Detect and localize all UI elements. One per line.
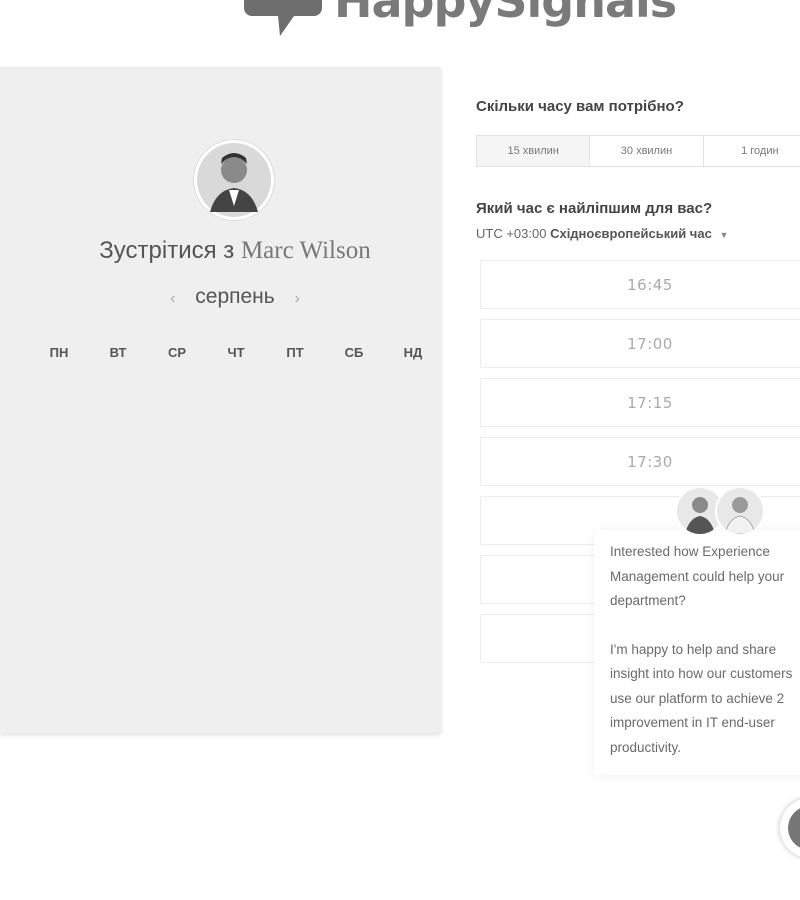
chat-launcher-icon[interactable] [780, 798, 800, 858]
time-question: Який час є найліпшим для вас? [476, 200, 713, 217]
host-avatar [194, 140, 274, 220]
logo-text: HappySignals [334, 0, 677, 28]
time-slot[interactable]: 17:30 [480, 437, 800, 486]
duration-question: Скільки часу вам потрібно? [476, 98, 684, 115]
chat-bubble-logo-icon [244, 0, 322, 36]
chat-paragraph-2: I'm happy to help and share insight into… [610, 641, 793, 755]
weekday-sat: СБ [344, 345, 364, 360]
weekday-mon: ПН [49, 345, 69, 360]
chat-agent-avatars [675, 486, 765, 536]
timezone-selector[interactable]: UTC +03:00 Східноєвропейський час ▼ [476, 226, 728, 241]
duration-option-60[interactable]: 1 годин [704, 136, 800, 166]
caret-down-icon: ▼ [719, 230, 729, 240]
chat-message: Interested how Experience Management cou… [610, 540, 800, 760]
weekday-sun: НД [403, 345, 423, 360]
meet-title-prefix: Зустрітися з [99, 237, 235, 264]
meet-title: Зустрітися з Marc Wilson [0, 237, 470, 265]
chat-launcher-inner [788, 806, 800, 850]
duration-option-15[interactable]: 15 хвилин [477, 136, 591, 166]
month-navigator: ‹ серпень › [0, 285, 470, 309]
weekday-header: ПН ВТ СР ЧТ ПТ СБ НД [30, 345, 442, 360]
month-label: серпень [195, 285, 275, 308]
weekday-thu: ЧТ [227, 345, 245, 360]
time-slot[interactable]: 17:15 [480, 378, 800, 427]
agent-avatar-2 [715, 486, 765, 536]
timezone-name: Східноєвропейський час [550, 226, 712, 241]
duration-selector: 15 хвилин 30 хвилин 1 годин [476, 135, 800, 167]
chevron-left-icon[interactable]: ‹ [156, 290, 189, 307]
chevron-right-icon[interactable]: › [281, 290, 314, 307]
host-name: Marc Wilson [240, 237, 371, 264]
chat-popup[interactable]: Interested how Experience Management cou… [594, 530, 800, 775]
weekday-fri: ПТ [286, 345, 304, 360]
duration-option-30[interactable]: 30 хвилин [590, 136, 704, 166]
time-slot[interactable]: 16:45 [480, 260, 800, 309]
weekday-wed: СР [167, 345, 187, 360]
booking-calendar-panel: Зустрітися з Marc Wilson ‹ серпень › ПН … [0, 67, 441, 733]
weekday-tue: ВТ [109, 345, 127, 360]
chat-paragraph-1: Interested how Experience Management cou… [610, 544, 785, 608]
timezone-offset: UTC +03:00 [476, 226, 547, 241]
time-slot[interactable]: 17:00 [480, 319, 800, 368]
